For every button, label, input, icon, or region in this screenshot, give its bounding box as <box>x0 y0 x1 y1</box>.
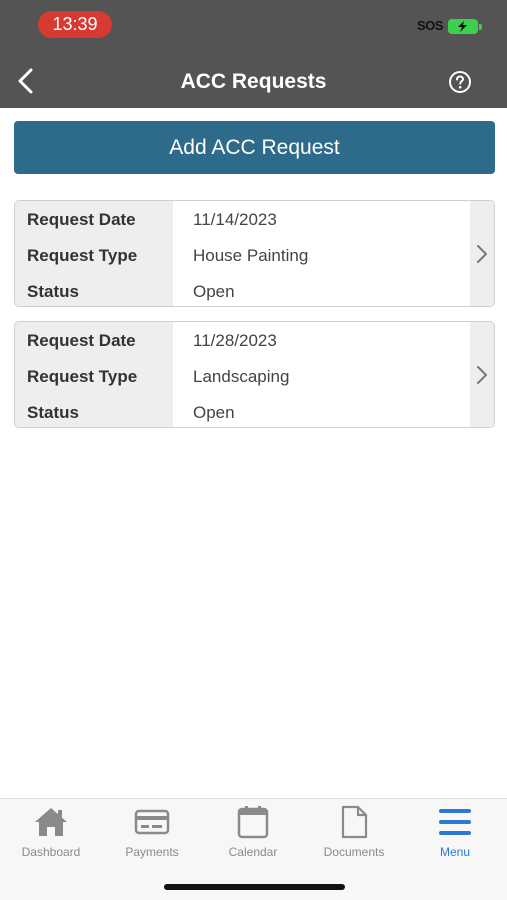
request-date-label: Request Date <box>27 210 136 229</box>
tab-label: Documents <box>323 845 385 859</box>
hamburger-menu-icon <box>439 809 471 835</box>
chevron-right-icon <box>477 366 487 384</box>
app-header: 13:39 SOS ACC Requests <box>0 0 507 108</box>
tab-label: Dashboard <box>21 845 81 859</box>
request-date-label: Request Date <box>27 331 136 350</box>
tab-payments[interactable]: Payments <box>107 805 197 861</box>
request-type-value: Landscaping <box>193 367 290 386</box>
card-chevron-area[interactable] <box>470 322 494 427</box>
credit-card-icon <box>134 809 170 835</box>
status-time: 13:39 <box>38 11 112 38</box>
request-type-value: House Painting <box>193 246 309 265</box>
tab-menu[interactable]: Menu <box>410 805 500 861</box>
request-type-label: Request Type <box>27 367 138 386</box>
tab-documents[interactable]: Documents <box>309 805 399 861</box>
document-icon <box>341 805 368 839</box>
battery-tip <box>479 24 482 30</box>
home-icon <box>35 808 67 836</box>
battery-icon <box>448 19 478 34</box>
request-card[interactable]: Request Date 11/14/2023 Request Type Hou… <box>14 200 495 307</box>
question-circle-icon <box>449 71 471 93</box>
add-acc-request-button[interactable]: Add ACC Request <box>14 121 495 174</box>
request-date-value: 11/14/2023 <box>193 210 277 229</box>
network-status: SOS <box>417 18 443 33</box>
home-indicator[interactable] <box>164 884 345 890</box>
help-button[interactable] <box>448 70 472 94</box>
tab-label: Menu <box>439 845 471 859</box>
calendar-icon <box>237 806 269 839</box>
status-label: Status <box>27 282 79 301</box>
status-label: Status <box>27 403 79 422</box>
tab-dashboard[interactable]: Dashboard <box>6 805 96 861</box>
page-title: ACC Requests <box>180 70 327 93</box>
chevron-right-icon <box>477 245 487 263</box>
tab-label: Payments <box>125 845 179 859</box>
request-card[interactable]: Request Date 11/28/2023 Request Type Lan… <box>14 321 495 428</box>
tab-calendar[interactable]: Calendar <box>208 805 298 861</box>
request-type-label: Request Type <box>27 246 138 265</box>
request-date-value: 11/28/2023 <box>193 331 277 350</box>
card-chevron-area[interactable] <box>470 201 494 306</box>
status-value: Open <box>193 403 235 422</box>
tab-label: Calendar <box>228 845 278 859</box>
status-value: Open <box>193 282 235 301</box>
